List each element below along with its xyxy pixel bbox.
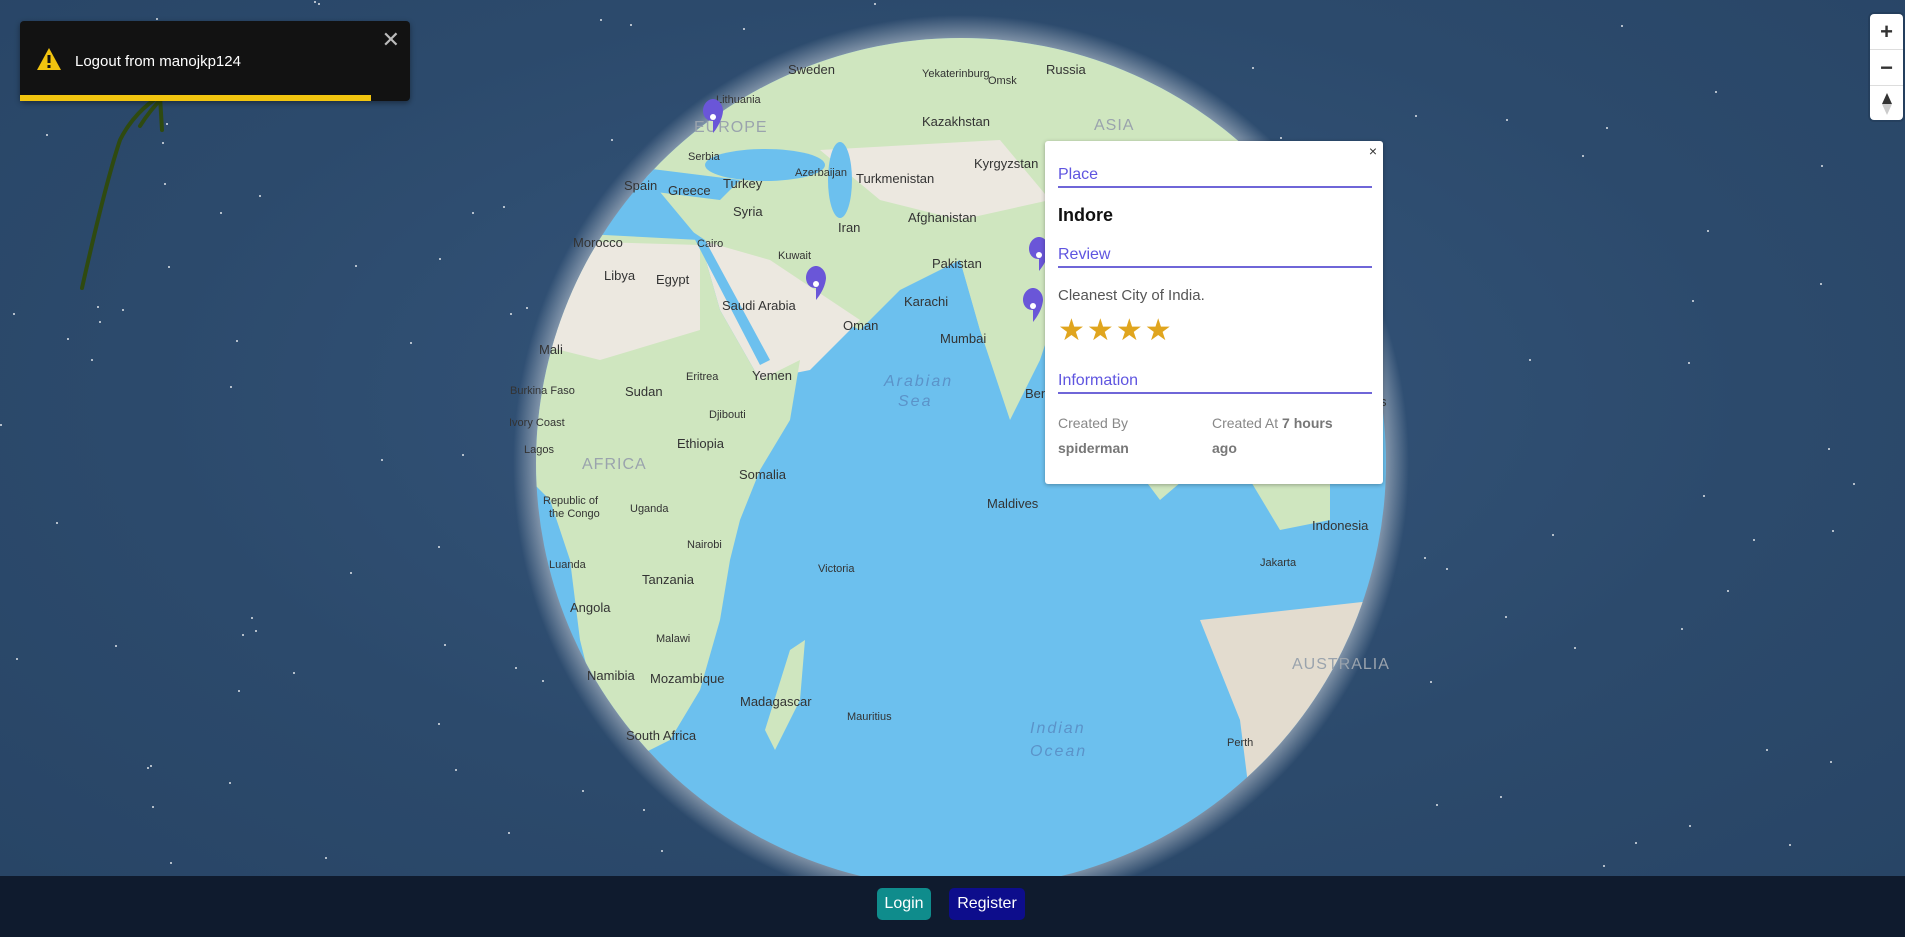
region-label-australia: AUSTRALIA [1292, 656, 1390, 673]
map-place-label: Azerbaijan [795, 167, 847, 179]
compass-button[interactable] [1870, 86, 1903, 121]
map-place-label: Perth [1227, 737, 1253, 749]
map-place-label: Turkey [723, 176, 763, 191]
region-label-africa: AFRICA [582, 456, 647, 473]
information-section-label: Information [1058, 372, 1372, 394]
map-place-label: Namibia [587, 668, 635, 683]
map-place-label: Djibouti [709, 409, 746, 421]
sea-label: Sea [898, 393, 932, 410]
caspian-sea [828, 142, 852, 218]
created-at-label: Created At [1212, 415, 1279, 431]
compass-icon [1881, 92, 1892, 115]
map-place-label: Omsk [988, 75, 1017, 87]
map-place-label: Syria [733, 204, 763, 219]
map-place-label: Luanda [549, 559, 587, 571]
map-place-label: Serbia [688, 151, 721, 163]
star-icon: ★ [1144, 314, 1172, 347]
review-section-label: Review [1058, 246, 1372, 268]
map-place-label: Kazakhstan [922, 114, 990, 129]
map-place-label: Yekaterinburg [922, 68, 989, 80]
register-button[interactable]: Register [949, 888, 1025, 920]
star-icon: ★ [1115, 314, 1143, 347]
region-label-asia: ASIA [1094, 117, 1134, 134]
map-place-label: Kuwait [778, 250, 811, 262]
toast-notification: Logout from manojkp124 ✕ [20, 21, 410, 101]
map-place-label: Kyrgyzstan [974, 156, 1038, 171]
star-icon: ★ [1086, 314, 1114, 347]
popup-close-button[interactable]: × [1369, 143, 1377, 159]
map-place-label: Sudan [625, 384, 663, 399]
warning-icon [37, 48, 61, 70]
map-place-label: Mumbai [940, 331, 986, 346]
sea-label: Ocean [1030, 743, 1087, 760]
map-place-label: Cairo [697, 238, 723, 250]
map-place-label: Nairobi [687, 539, 722, 551]
map-place-label: Spain [624, 178, 657, 193]
map-place-label: Lagos [524, 444, 554, 456]
map-place-label: Burkina Faso [510, 385, 575, 397]
footer-bar: Login Register [0, 876, 1905, 937]
map-place-label: Indonesia [1312, 518, 1369, 533]
toast-progress-bar [20, 95, 371, 101]
globe-map[interactable]: EUROPE ASIA AFRICA AUSTRALIA Arabian Sea… [0, 0, 1905, 876]
map-place-label: Madagascar [740, 694, 812, 709]
map-place-label: Ethiopia [677, 436, 725, 451]
login-button[interactable]: Login [877, 888, 931, 920]
zoom-out-button[interactable]: − [1870, 50, 1903, 86]
toast-close-button[interactable]: ✕ [382, 29, 400, 51]
map-place-label: Eritrea [686, 371, 719, 383]
map-place-label: Yemen [752, 368, 792, 383]
created-at-value: 7 hours [1282, 415, 1333, 431]
map-place-label: Iran [838, 220, 860, 235]
star-icon: ★ [1058, 314, 1085, 347]
map-place-label: Uganda [630, 503, 669, 515]
map-place-label: Lithuania [716, 94, 762, 106]
map-place-label: Sweden [788, 62, 835, 77]
created-at-value-cont: ago [1212, 440, 1237, 456]
map-place-label: Tanzania [642, 572, 695, 587]
map-place-label: Somalia [739, 467, 787, 482]
map-place-label: Pakistan [932, 256, 982, 271]
sea-label: Arabian [883, 373, 953, 390]
place-name: Indore [1058, 205, 1114, 225]
map-place-label: Malawi [656, 633, 690, 645]
map-place-label: Karachi [904, 294, 948, 309]
review-text: Cleanest City of India. [1058, 287, 1205, 304]
map-place-label: Victoria [818, 563, 855, 575]
map-place-label: Ivory Coast [509, 417, 565, 429]
sea-label: Indian [1030, 720, 1086, 737]
map-place-label: Saudi Arabia [722, 298, 796, 313]
map-place-label: Oman [843, 318, 878, 333]
map-place-label: Greece [668, 183, 711, 198]
map-place-label: Russia [1046, 62, 1087, 77]
annotation-arrow [80, 93, 167, 290]
map-place-label: Turkmenistan [856, 171, 934, 186]
map-place-label: Morocco [573, 235, 623, 250]
map-place-label: Mali [539, 342, 563, 357]
map-place-label: South Africa [626, 728, 697, 743]
map-place-label: Egypt [656, 272, 690, 287]
map-place-label: Afghanistan [908, 210, 977, 225]
place-section-label: Place [1058, 166, 1372, 188]
region-label-europe: EUROPE [694, 119, 768, 136]
created-by-label: Created By [1058, 415, 1129, 431]
map-place-label: Mauritius [847, 711, 892, 723]
map-place-label: the Congo [549, 508, 600, 520]
rating-stars: ★ ★ ★ ★ [1058, 316, 1172, 346]
toast-message: Logout from manojkp124 [75, 53, 241, 70]
map-place-label: Republic of [543, 495, 599, 507]
place-popup: × Place Indore Review Cleanest City of I… [1045, 141, 1383, 484]
created-by-value: spiderman [1058, 440, 1129, 456]
zoom-in-button[interactable]: + [1870, 14, 1903, 50]
map-place-label: Libya [604, 268, 636, 283]
map-place-label: Angola [570, 600, 611, 615]
map-place-label: Jakarta [1260, 557, 1297, 569]
map-place-label: Maldives [987, 496, 1039, 511]
map-place-label: Mozambique [650, 671, 724, 686]
map-navigation-control: + − [1870, 14, 1903, 120]
